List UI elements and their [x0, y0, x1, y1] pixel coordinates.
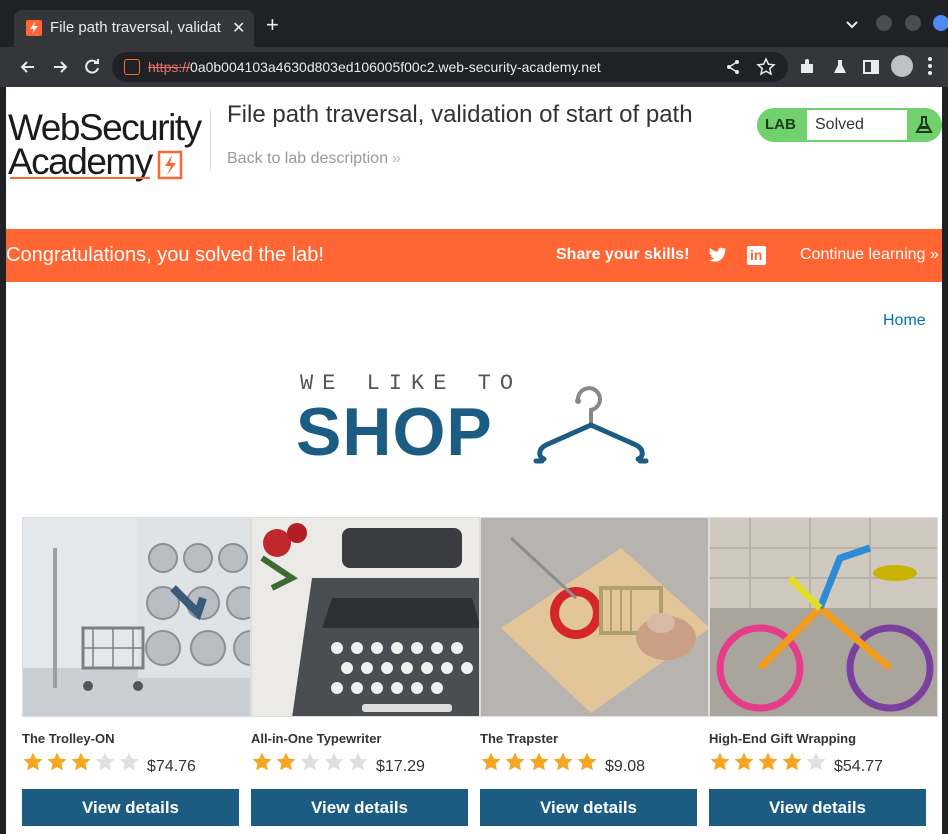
lab-status-text: Solved — [807, 110, 907, 140]
minimize-icon[interactable] — [876, 15, 892, 31]
product-price: $17.29 — [376, 758, 425, 775]
tab-title: File path traversal, validat — [50, 19, 221, 36]
view-details-button[interactable]: View details — [480, 789, 697, 826]
product-name: All-in-One Typewriter — [251, 731, 382, 746]
plus-icon[interactable]: + — [266, 14, 279, 36]
congrats-message: Congratulations, you solved the lab! — [6, 244, 324, 266]
chevron-down-icon[interactable] — [845, 18, 859, 32]
lightning-icon — [26, 20, 42, 36]
product-card: The Trapster $9.08 View details — [480, 517, 709, 834]
home-link[interactable]: Home — [883, 312, 926, 330]
hanger-icon — [533, 386, 649, 464]
address-bar[interactable]: https://0a0b004103a4630d803ed106005f00c2… — [112, 52, 788, 82]
product-price: $54.77 — [834, 758, 883, 775]
star-filled-icon — [553, 752, 573, 771]
product-card: All-in-One Typewriter $17.29 View detail… — [251, 517, 480, 834]
extensions-icon[interactable] — [797, 57, 817, 77]
profile-avatar[interactable] — [891, 55, 913, 77]
star-empty-icon — [95, 752, 115, 771]
star-filled-icon — [252, 752, 272, 771]
back-to-description-link[interactable]: Back to lab description» — [227, 150, 401, 168]
view-details-button[interactable]: View details — [251, 789, 468, 826]
view-details-button[interactable]: View details — [22, 789, 239, 826]
star-filled-icon — [47, 752, 67, 771]
url-text: https://0a0b004103a4630d803ed106005f00c2… — [148, 59, 601, 75]
product-name: The Trolley-ON — [22, 731, 115, 746]
star-filled-icon — [710, 752, 730, 771]
star-filled-icon — [577, 752, 597, 771]
lab-title: File path traversal, validation of start… — [227, 101, 693, 128]
product-price: $74.76 — [147, 758, 196, 775]
star-filled-icon — [23, 752, 43, 771]
rating-stars — [251, 751, 371, 773]
star-empty-icon — [300, 752, 320, 771]
browser-tab-bar: File path traversal, validat ✕ + — [0, 0, 948, 47]
we-like-to-shop-logo: WE LIKE TO SHOP — [296, 369, 656, 470]
view-details-button[interactable]: View details — [709, 789, 926, 826]
browser-toolbar: https://0a0b004103a4630d803ed106005f00c2… — [0, 47, 948, 87]
star-filled-icon — [276, 752, 296, 771]
product-image-trolley[interactable] — [22, 517, 251, 717]
star-empty-icon — [806, 752, 826, 771]
product-image-gift-wrapping[interactable] — [709, 517, 938, 717]
web-security-academy-logo[interactable]: WebSecurity Academy — [8, 107, 208, 182]
share-label: Share your skills! — [556, 246, 690, 263]
web-page: WebSecurity Academy File path traversal,… — [6, 87, 942, 834]
close-icon[interactable]: ✕ — [232, 18, 245, 38]
browser-tab[interactable]: File path traversal, validat ✕ — [14, 10, 254, 47]
rating-stars — [709, 751, 829, 773]
twitter-icon[interactable] — [707, 246, 727, 264]
rating-stars — [22, 751, 142, 773]
reload-icon[interactable] — [82, 57, 102, 77]
product-image-typewriter[interactable] — [251, 517, 480, 717]
star-filled-icon — [758, 752, 778, 771]
sidebar-icon[interactable] — [861, 57, 881, 77]
bookmark-star-icon[interactable] — [756, 57, 776, 82]
product-card: The Trolley-ON $74.76 View details — [22, 517, 251, 834]
solved-banner: Congratulations, you solved the lab! Sha… — [6, 229, 942, 282]
menu-kebab-icon[interactable] — [928, 57, 932, 75]
forward-arrow-icon[interactable] — [50, 57, 70, 77]
star-filled-icon — [529, 752, 549, 771]
star-filled-icon — [505, 752, 525, 771]
star-filled-icon — [734, 752, 754, 771]
star-filled-icon — [71, 752, 91, 771]
linkedin-icon[interactable]: in — [747, 246, 766, 265]
flask-icon — [915, 116, 933, 133]
back-arrow-icon[interactable] — [18, 57, 38, 77]
rating-stars — [480, 751, 600, 773]
product-name: High-End Gift Wrapping — [709, 731, 857, 746]
lab-flask-icon[interactable] — [830, 57, 850, 77]
lab-badge: LAB — [765, 116, 796, 133]
lab-status-widget: LAB Solved — [757, 108, 942, 142]
lightning-icon — [157, 150, 183, 180]
continue-learning-link[interactable]: Continue learning » — [800, 246, 939, 264]
star-empty-icon — [119, 752, 139, 771]
product-grid: The Trolley-ON $74.76 View details All-i… — [22, 517, 942, 834]
star-filled-icon — [481, 752, 501, 771]
maximize-icon[interactable] — [905, 15, 921, 31]
star-empty-icon — [324, 752, 344, 771]
star-empty-icon — [348, 752, 368, 771]
product-name: The Trapster — [480, 731, 559, 746]
product-card: High-End Gift Wrapping $54.77 View detai… — [709, 517, 938, 834]
product-image-trapster[interactable] — [480, 517, 709, 717]
shop-word: SHOP — [296, 394, 493, 470]
window-close-icon[interactable] — [933, 15, 948, 31]
product-price: $9.08 — [605, 758, 646, 775]
star-filled-icon — [782, 752, 802, 771]
share-icon[interactable] — [724, 58, 742, 81]
site-icon — [124, 59, 140, 75]
